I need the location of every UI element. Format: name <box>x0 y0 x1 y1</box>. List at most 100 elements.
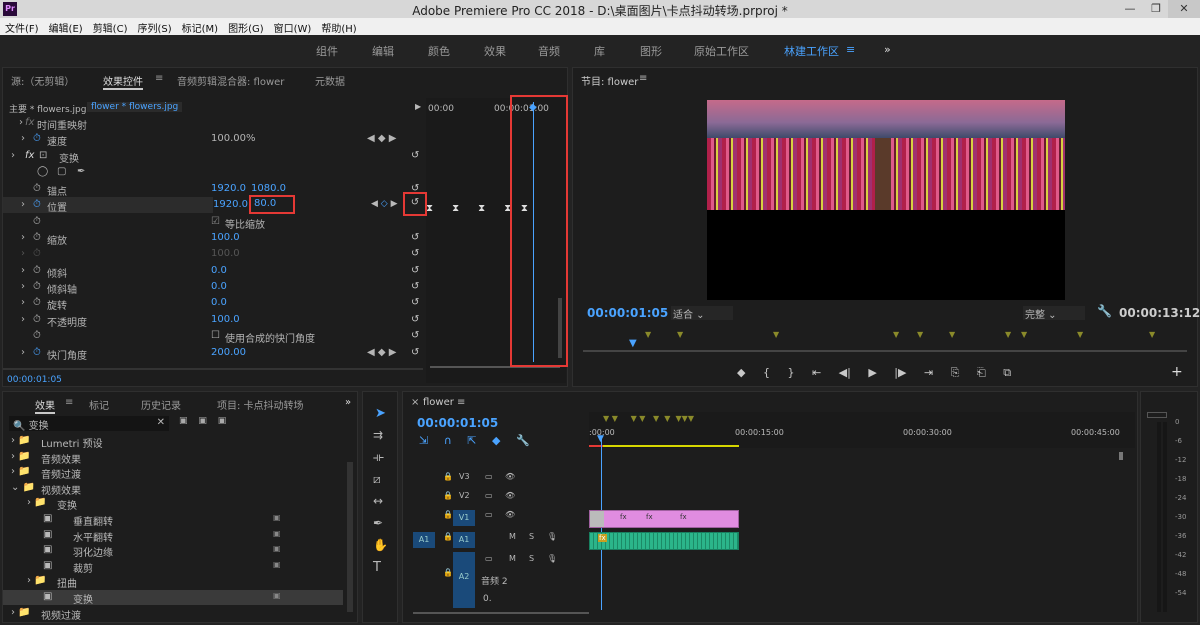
effects-tree-item[interactable]: › 📁 音频过渡 <box>3 465 343 481</box>
effects-tree-item[interactable]: ⌄ 📁 视频效果 <box>3 481 343 497</box>
audio-clip-a1[interactable]: fx <box>589 532 739 550</box>
effects-tree-item[interactable]: › 📁 视频过渡 <box>3 606 343 622</box>
effects-tree-item[interactable]: ▣ 变换 ▣ <box>3 590 343 606</box>
tab-effect-controls[interactable]: 效果控件 <box>103 73 143 90</box>
position-keyframe-nav[interactable]: ◀ ◇ ▶ <box>371 199 398 209</box>
effects-tree-item[interactable]: › 📁 扭曲 <box>3 574 343 590</box>
source-patch-a1[interactable]: A1 <box>413 532 435 548</box>
comp-shutter-reset-icon[interactable]: ↺ <box>411 330 419 341</box>
tab-history[interactable]: 历史记录 <box>141 397 181 412</box>
razor-tool-icon[interactable]: ⧄ <box>373 472 381 487</box>
scale-value[interactable]: 100.0 <box>211 232 240 243</box>
transform-reset-icon[interactable]: ↺ <box>411 150 419 161</box>
opacity-reset-icon[interactable]: ↺ <box>411 314 419 325</box>
tab-metadata[interactable]: 元数据 <box>315 73 345 88</box>
position-y[interactable]: 80.0 <box>249 195 295 214</box>
position-reset-icon[interactable]: ↺ <box>403 192 427 216</box>
more-tabs-icon[interactable]: » <box>345 397 351 408</box>
effects-tree-item[interactable]: › 📁 变换 <box>3 496 343 512</box>
effects-search-input[interactable]: 🔍 变换 ✕ <box>9 416 169 432</box>
rotation-reset-icon[interactable]: ↺ <box>411 297 419 308</box>
transport-controls[interactable]: ◆ { } ⇤ ◀| ▶ |▶ ⇥ ⎘ ⎗ ⧉ <box>737 366 1011 380</box>
workspace-original[interactable]: 原始工作区 <box>694 43 749 59</box>
workspace-libraries[interactable]: 库 <box>594 43 605 59</box>
skew-axis-value[interactable]: 0.0 <box>211 281 227 292</box>
pen-tool-icon[interactable]: ✒ <box>373 516 383 530</box>
workspace-color[interactable]: 颜色 <box>428 43 450 59</box>
work-area-bar[interactable] <box>603 445 739 447</box>
anchor-x[interactable]: 1920.0 <box>211 183 246 194</box>
a2-volume[interactable]: 0. <box>483 594 492 604</box>
timeline-tool-icons[interactable]: ⇲ ∩ ⇱ ◆ 🔧 <box>419 434 530 447</box>
maximize-icon[interactable]: ❐ <box>1142 0 1170 18</box>
skew-axis-reset-icon[interactable]: ↺ <box>411 281 419 292</box>
position-x[interactable]: 1920.0 <box>213 199 248 210</box>
shutter-angle-value[interactable]: 200.00 <box>211 347 246 358</box>
program-menu-icon[interactable]: ≡ <box>639 73 647 84</box>
effects-filter-icons[interactable]: ▣ ▣ ▣ <box>179 416 226 426</box>
menu-window[interactable]: 窗口(W) <box>269 18 317 35</box>
fit-select[interactable]: 适合 ⌄ <box>671 306 733 321</box>
track-select-tool-icon[interactable]: ⇉ <box>373 428 383 442</box>
program-timecode[interactable]: 00:00:01:05 <box>587 306 668 320</box>
scale-reset-icon[interactable]: ↺ <box>411 232 419 243</box>
close-icon[interactable]: ✕ <box>1168 0 1200 18</box>
timeline-timecode[interactable]: 00:00:01:05 <box>417 416 498 430</box>
program-scrubber[interactable] <box>583 350 1187 352</box>
slip-tool-icon[interactable]: ↔ <box>373 494 383 508</box>
tab-markers[interactable]: 标记 <box>89 397 109 412</box>
rect-mask-icon[interactable]: ▢ <box>57 166 66 177</box>
keyframe-zoom-bar[interactable] <box>430 366 560 368</box>
menu-graphics[interactable]: 图形(G) <box>223 18 269 35</box>
timeline-hscroll[interactable] <box>413 612 589 614</box>
quality-select[interactable]: 完整 ⌄ <box>1023 306 1085 321</box>
tab-project[interactable]: 项目: 卡点抖动转场 <box>217 397 304 412</box>
effects-tree-item[interactable]: › 📁 音频效果 <box>3 450 343 466</box>
program-playhead-icon[interactable]: ▼ <box>629 338 637 349</box>
menu-clip[interactable]: 剪辑(C) <box>88 18 133 35</box>
workspace-editing[interactable]: 编辑 <box>372 43 394 59</box>
clip-label[interactable]: flower * flowers.jpg <box>87 102 183 112</box>
timeline-tab[interactable]: flower <box>423 397 454 408</box>
eye-icon[interactable]: 👁 <box>505 472 515 481</box>
anchor-y[interactable]: 1080.0 <box>251 183 286 194</box>
opacity-value[interactable]: 100.0 <box>211 314 240 325</box>
workspace-audio[interactable]: 音频 <box>538 43 560 59</box>
video-clip-flower[interactable]: fx fx fx <box>589 510 739 528</box>
effects-tree-item[interactable]: ▣ 水平翻转 ▣ <box>3 528 343 544</box>
speed-value[interactable]: 100.00% <box>211 133 256 144</box>
effects-tree-item[interactable]: ▣ 垂直翻转 ▣ <box>3 512 343 528</box>
effects-scrollbar[interactable] <box>347 462 353 612</box>
effects-tree-item[interactable]: ▣ 裁剪 ▣ <box>3 559 343 575</box>
tab-menu-icon[interactable]: ≡ <box>155 73 163 84</box>
timeline-menu-icon[interactable]: ≡ <box>457 397 465 408</box>
selection-tool-icon[interactable]: ➤ <box>375 406 386 421</box>
menu-file[interactable]: 文件(F) <box>0 18 44 35</box>
timeline-playhead-icon[interactable]: ▼ <box>597 434 604 444</box>
uniform-scale-checkbox[interactable]: ☑ <box>211 216 220 227</box>
effects-tree-item[interactable]: ▣ 羽化边缘 ▣ <box>3 543 343 559</box>
program-title[interactable]: 节目: flower <box>581 73 638 88</box>
more-workspaces-icon[interactable]: » <box>884 43 891 56</box>
tab-source[interactable]: 源:（无剪辑） <box>11 73 74 88</box>
workspace-effects[interactable]: 效果 <box>484 43 506 59</box>
skew-value[interactable]: 0.0 <box>211 265 227 276</box>
timeline-vscroll[interactable] <box>1119 452 1123 460</box>
play-only-icon[interactable]: ▶ <box>415 102 421 111</box>
pen-mask-icon[interactable]: ✒ <box>77 166 85 177</box>
workspace-assembly[interactable]: 组件 <box>316 43 338 59</box>
menu-help[interactable]: 帮助(H) <box>316 18 361 35</box>
tab-audio-mixer[interactable]: 音频剪辑混合器: flower <box>177 73 284 88</box>
timeline-close-icon[interactable]: × <box>411 397 419 408</box>
effect-controls-timecode[interactable]: 00:00:01:05 <box>7 375 62 385</box>
add-button-icon[interactable]: + <box>1171 364 1183 380</box>
shutter-reset-icon[interactable]: ↺ <box>411 347 419 358</box>
hand-tool-icon[interactable]: ✋ <box>373 538 388 552</box>
effects-tree-item[interactable]: › 📁 Lumetri 预设 <box>3 434 343 450</box>
comp-shutter-checkbox[interactable]: ☐ <box>211 330 220 341</box>
timeline-ruler[interactable]: ▼ ▼ ▼ ▼ ▼ ▼ ▼▼▼ :00:00 00:00:15:00 00:00… <box>589 412 1135 448</box>
rotation-value[interactable]: 0.0 <box>211 297 227 308</box>
effects-menu-icon[interactable]: ≡ <box>65 397 73 408</box>
menu-marker[interactable]: 标记(M) <box>177 18 223 35</box>
wrench-icon[interactable]: 🔧 <box>1097 304 1112 318</box>
